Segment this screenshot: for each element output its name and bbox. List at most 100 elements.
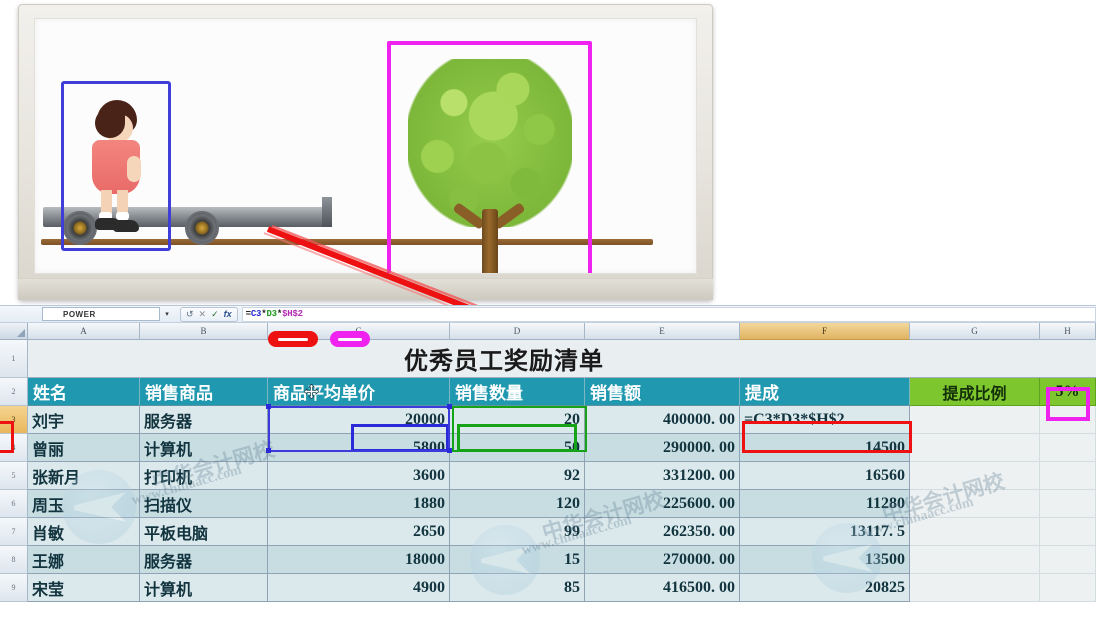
cell-a5[interactable]: 张新月 <box>28 462 140 490</box>
cell-d4[interactable]: 50 <box>450 434 585 462</box>
cell-c7[interactable]: 2650 <box>268 518 450 546</box>
cell-d6[interactable]: 120 <box>450 490 585 518</box>
row-header-2[interactable]: 2 <box>0 378 28 406</box>
cell-g7[interactable] <box>910 518 1040 546</box>
column-header-a[interactable]: A <box>28 323 140 340</box>
cell-b5[interactable]: 打印机 <box>140 462 268 490</box>
row-header-7[interactable]: 7 <box>0 518 28 546</box>
cell-h4[interactable] <box>1040 434 1096 462</box>
cell-e8[interactable]: 270000. 00 <box>585 546 740 574</box>
column-header-g[interactable]: G <box>910 323 1040 340</box>
cell-g9[interactable] <box>910 574 1040 602</box>
row-header-4[interactable]: 4 <box>0 434 28 462</box>
cell-g5[interactable] <box>910 462 1040 490</box>
cell-g4[interactable] <box>910 434 1040 462</box>
cell-b9[interactable]: 计算机 <box>140 574 268 602</box>
cell-b8[interactable]: 服务器 <box>140 546 268 574</box>
cell-a6[interactable]: 周玉 <box>28 490 140 518</box>
table-row: 6 周玉 扫描仪 1880 120 225600. 00 11280 <box>0 490 1096 518</box>
row-header-1[interactable]: 1 <box>0 340 28 378</box>
cell-c5[interactable]: 3600 <box>268 462 450 490</box>
cell-f2-header-bonus[interactable]: 提成 <box>740 378 910 406</box>
cell-e5[interactable]: 331200. 00 <box>585 462 740 490</box>
cell-a3[interactable]: 刘宇 <box>28 406 140 434</box>
cell-b2-header-product[interactable]: 销售商品 <box>140 378 268 406</box>
cell-b4[interactable]: 计算机 <box>140 434 268 462</box>
illustration-panel <box>18 4 713 300</box>
cell-g8[interactable] <box>910 546 1040 574</box>
cell-f5[interactable]: 16560 <box>740 462 910 490</box>
cell-d5[interactable]: 92 <box>450 462 585 490</box>
illustration-frame-lip <box>18 278 713 300</box>
name-box[interactable]: POWER <box>42 307 160 321</box>
cell-a9[interactable]: 宋莹 <box>28 574 140 602</box>
column-header-b[interactable]: B <box>140 323 268 340</box>
cell-e3[interactable]: 400000. 00 <box>585 406 740 434</box>
cell-h5[interactable] <box>1040 462 1096 490</box>
function-icon[interactable]: fx <box>224 309 232 319</box>
cell-h6[interactable] <box>1040 490 1096 518</box>
cell-c6[interactable]: 1880 <box>268 490 450 518</box>
formula-token-c3: C3 <box>250 309 262 319</box>
cell-d2-header-qty[interactable]: 销售数量 <box>450 378 585 406</box>
row-header-3[interactable]: 3 <box>0 406 28 434</box>
row-header-6[interactable]: 6 <box>0 490 28 518</box>
cell-f8[interactable]: 13500 <box>740 546 910 574</box>
selection-handle <box>447 404 452 409</box>
cell-g3[interactable] <box>910 406 1040 434</box>
cell-d3[interactable]: 20 <box>450 406 585 434</box>
cell-a1[interactable] <box>28 340 268 378</box>
tree-icon <box>400 59 580 273</box>
row-header-8[interactable]: 8 <box>0 546 28 574</box>
cell-h1[interactable] <box>1040 340 1096 378</box>
table-row: 9 宋莹 计算机 4900 85 416500. 00 20825 <box>0 574 1096 602</box>
cell-h7[interactable] <box>1040 518 1096 546</box>
select-all-corner[interactable] <box>0 323 28 340</box>
cell-h8[interactable] <box>1040 546 1096 574</box>
cell-f4[interactable]: 14500 <box>740 434 910 462</box>
cell-h2-rate-value[interactable]: 5% <box>1040 378 1096 406</box>
row-header-9[interactable]: 9 <box>0 574 28 602</box>
table-row: 7 肖敏 平板电脑 2650 99 262350. 00 13117. 5 <box>0 518 1096 546</box>
cell-b6[interactable]: 扫描仪 <box>140 490 268 518</box>
cell-e4[interactable]: 290000. 00 <box>585 434 740 462</box>
row-header-5[interactable]: 5 <box>0 462 28 490</box>
cell-e2-header-amount[interactable]: 销售额 <box>585 378 740 406</box>
cell-e7[interactable]: 262350. 00 <box>585 518 740 546</box>
cell-d7[interactable]: 99 <box>450 518 585 546</box>
cell-f3-formula[interactable]: =C3*D3*$H$2 <box>740 406 910 434</box>
formula-token-h2: $H$2 <box>282 309 303 319</box>
cell-g2-rate-label[interactable]: 提成比例 <box>910 378 1040 406</box>
column-header-d[interactable]: D <box>450 323 585 340</box>
cell-f9[interactable]: 20825 <box>740 574 910 602</box>
cell-b3[interactable]: 服务器 <box>140 406 268 434</box>
cell-g1[interactable] <box>740 340 1040 378</box>
cell-c9[interactable]: 4900 <box>268 574 450 602</box>
cell-d8[interactable]: 15 <box>450 546 585 574</box>
cell-a8[interactable]: 王娜 <box>28 546 140 574</box>
column-header-e[interactable]: E <box>585 323 740 340</box>
undo-icon[interactable]: ↺ <box>186 309 194 319</box>
chevron-down-icon[interactable]: ▾ <box>160 307 174 321</box>
cell-c8[interactable]: 18000 <box>268 546 450 574</box>
cell-h3[interactable] <box>1040 406 1096 434</box>
cell-g6[interactable] <box>910 490 1040 518</box>
cell-d9[interactable]: 85 <box>450 574 585 602</box>
formula-input[interactable]: = C3 * D3 * $H$2 <box>241 306 1096 322</box>
column-header-f[interactable]: F <box>740 323 910 340</box>
cell-e6[interactable]: 225600. 00 <box>585 490 740 518</box>
cell-b7[interactable]: 平板电脑 <box>140 518 268 546</box>
column-header-h[interactable]: H <box>1040 323 1096 340</box>
cancel-icon[interactable]: ✕ <box>199 309 207 319</box>
cell-a7[interactable]: 肖敏 <box>28 518 140 546</box>
cell-c4[interactable]: 5800 <box>268 434 450 462</box>
cell-c3[interactable]: 20000 <box>268 406 450 434</box>
cell-a4[interactable]: 曾丽 <box>28 434 140 462</box>
confirm-icon[interactable]: ✓ <box>211 309 219 319</box>
cell-a2-header-name[interactable]: 姓名 <box>28 378 140 406</box>
cell-f6[interactable]: 11280 <box>740 490 910 518</box>
cell-c2-header-price[interactable]: 商品平均单价 <box>268 378 450 406</box>
cell-f7[interactable]: 13117. 5 <box>740 518 910 546</box>
cell-e9[interactable]: 416500. 00 <box>585 574 740 602</box>
cell-h9[interactable] <box>1040 574 1096 602</box>
